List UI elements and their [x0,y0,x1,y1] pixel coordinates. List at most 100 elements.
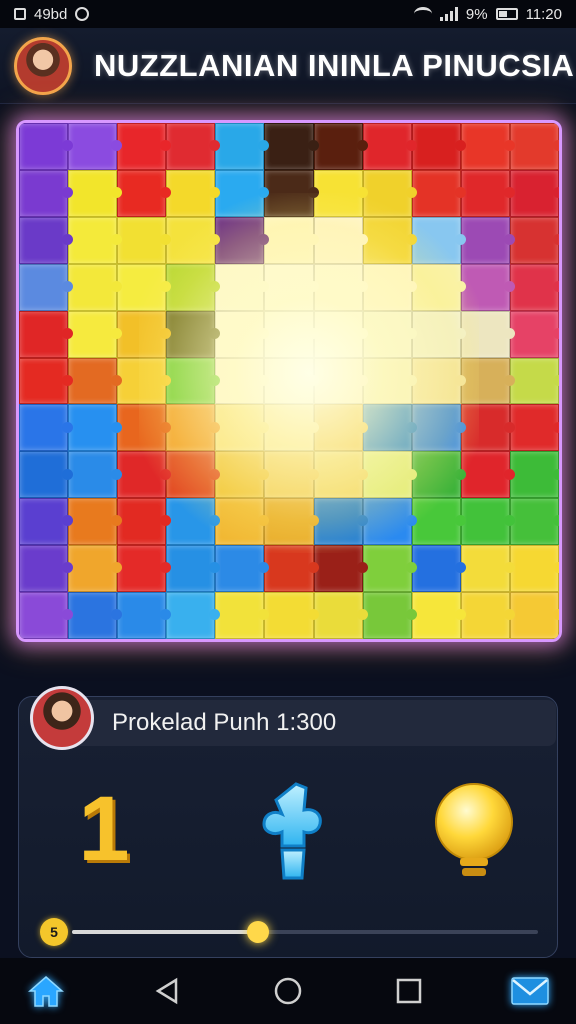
nav-recent-button[interactable] [389,971,429,1011]
puzzle-piece[interactable] [509,592,559,639]
puzzle-piece[interactable] [460,123,516,170]
puzzle-piece[interactable] [362,451,417,499]
puzzle-piece[interactable] [362,123,417,170]
puzzle-piece[interactable] [313,123,368,170]
puzzle-piece[interactable] [166,404,221,452]
puzzle-piece[interactable] [166,451,221,499]
puzzle-piece[interactable] [68,592,123,639]
puzzle-piece[interactable] [68,545,123,593]
puzzle-piece[interactable] [362,310,417,358]
puzzle-piece[interactable] [313,169,368,217]
puzzle-piece[interactable] [460,169,516,217]
puzzle-piece[interactable] [166,592,221,639]
puzzle-piece[interactable] [313,263,368,311]
puzzle-piece[interactable] [215,451,270,499]
puzzle-piece[interactable] [264,263,319,311]
puzzle-piece[interactable] [19,592,74,639]
nav-mail-button[interactable] [510,971,550,1011]
avatar[interactable] [14,36,72,95]
puzzle-piece[interactable] [313,451,368,499]
puzzle-piece[interactable] [509,123,559,170]
puzzle-piece[interactable] [509,357,559,405]
puzzle-piece[interactable] [19,123,74,170]
puzzle-piece[interactable] [215,498,270,546]
puzzle-piece[interactable] [313,592,368,639]
puzzle-piece[interactable] [264,545,319,593]
puzzle-piece[interactable] [460,404,516,452]
lightbulb-hint-button[interactable] [432,780,513,880]
puzzle-piece[interactable] [117,169,172,217]
puzzle-piece[interactable] [264,310,319,358]
puzzle-piece[interactable] [411,404,466,452]
puzzle-piece[interactable] [166,169,221,217]
puzzle-piece[interactable] [19,310,74,358]
puzzle-piece[interactable] [215,123,270,170]
puzzle-piece[interactable] [117,310,172,358]
puzzle-piece[interactable] [215,357,270,405]
puzzle-piece[interactable] [460,545,516,593]
puzzle-grid[interactable] [19,123,559,639]
slider-badge[interactable]: 5 [40,918,68,946]
puzzle-piece[interactable] [509,263,559,311]
puzzle-piece[interactable] [362,263,417,311]
puzzle-piece[interactable] [19,498,74,546]
number-tool-button[interactable]: 1 [72,783,152,884]
puzzle-piece[interactable] [460,357,516,405]
puzzle-piece[interactable] [117,498,172,546]
puzzle-piece[interactable] [68,169,123,217]
puzzle-piece[interactable] [68,310,123,358]
puzzle-piece[interactable] [117,451,172,499]
puzzle-piece[interactable] [411,451,466,499]
puzzle-piece[interactable] [68,404,123,452]
puzzle-piece[interactable] [411,263,466,311]
puzzle-piece[interactable] [215,169,270,217]
puzzle-piece[interactable] [460,592,516,639]
puzzle-piece[interactable] [19,357,74,405]
puzzle-piece[interactable] [509,404,559,452]
puzzle-piece[interactable] [264,357,319,405]
puzzle-piece[interactable] [313,545,368,593]
puzzle-piece[interactable] [411,310,466,358]
puzzle-piece[interactable] [264,404,319,452]
puzzle-piece[interactable] [362,404,417,452]
puzzle-piece[interactable] [264,592,319,639]
puzzle-piece[interactable] [362,357,417,405]
puzzle-piece[interactable] [460,451,516,499]
puzzle-piece[interactable] [117,357,172,405]
puzzle-piece[interactable] [19,169,74,217]
puzzle-piece[interactable] [313,310,368,358]
puzzle-piece[interactable] [166,310,221,358]
puzzle-piece[interactable] [117,216,172,264]
puzzle-piece[interactable] [68,123,123,170]
puzzle-piece[interactable] [19,263,74,311]
progress-slider[interactable]: 5 [40,916,538,948]
puzzle-piece[interactable] [19,545,74,593]
puzzle-piece[interactable] [68,263,123,311]
puzzle-piece[interactable] [215,263,270,311]
puzzle-piece[interactable] [117,592,172,639]
puzzle-piece[interactable] [68,357,123,405]
player-avatar[interactable] [30,686,94,750]
puzzle-piece[interactable] [411,357,466,405]
puzzle-piece[interactable] [264,123,319,170]
puzzle-piece[interactable] [313,216,368,264]
puzzle-piece[interactable] [117,545,172,593]
puzzle-piece[interactable] [264,169,319,217]
puzzle-piece[interactable] [460,498,516,546]
puzzle-piece[interactable] [460,310,516,358]
puzzle-piece[interactable] [264,216,319,264]
puzzle-piece[interactable] [264,451,319,499]
puzzle-piece[interactable] [509,451,559,499]
nav-home-circle-button[interactable] [268,971,308,1011]
puzzle-piece[interactable] [19,404,74,452]
puzzle-piece[interactable] [509,169,559,217]
puzzle-piece[interactable] [362,216,417,264]
puzzle-piece[interactable] [264,498,319,546]
puzzle-piece[interactable] [215,592,270,639]
puzzle-piece[interactable] [362,498,417,546]
puzzle-piece[interactable] [411,592,466,639]
puzzle-piece[interactable] [117,263,172,311]
puzzle-piece[interactable] [166,545,221,593]
puzzle-piece[interactable] [411,123,466,170]
puzzle-piece[interactable] [509,498,559,546]
